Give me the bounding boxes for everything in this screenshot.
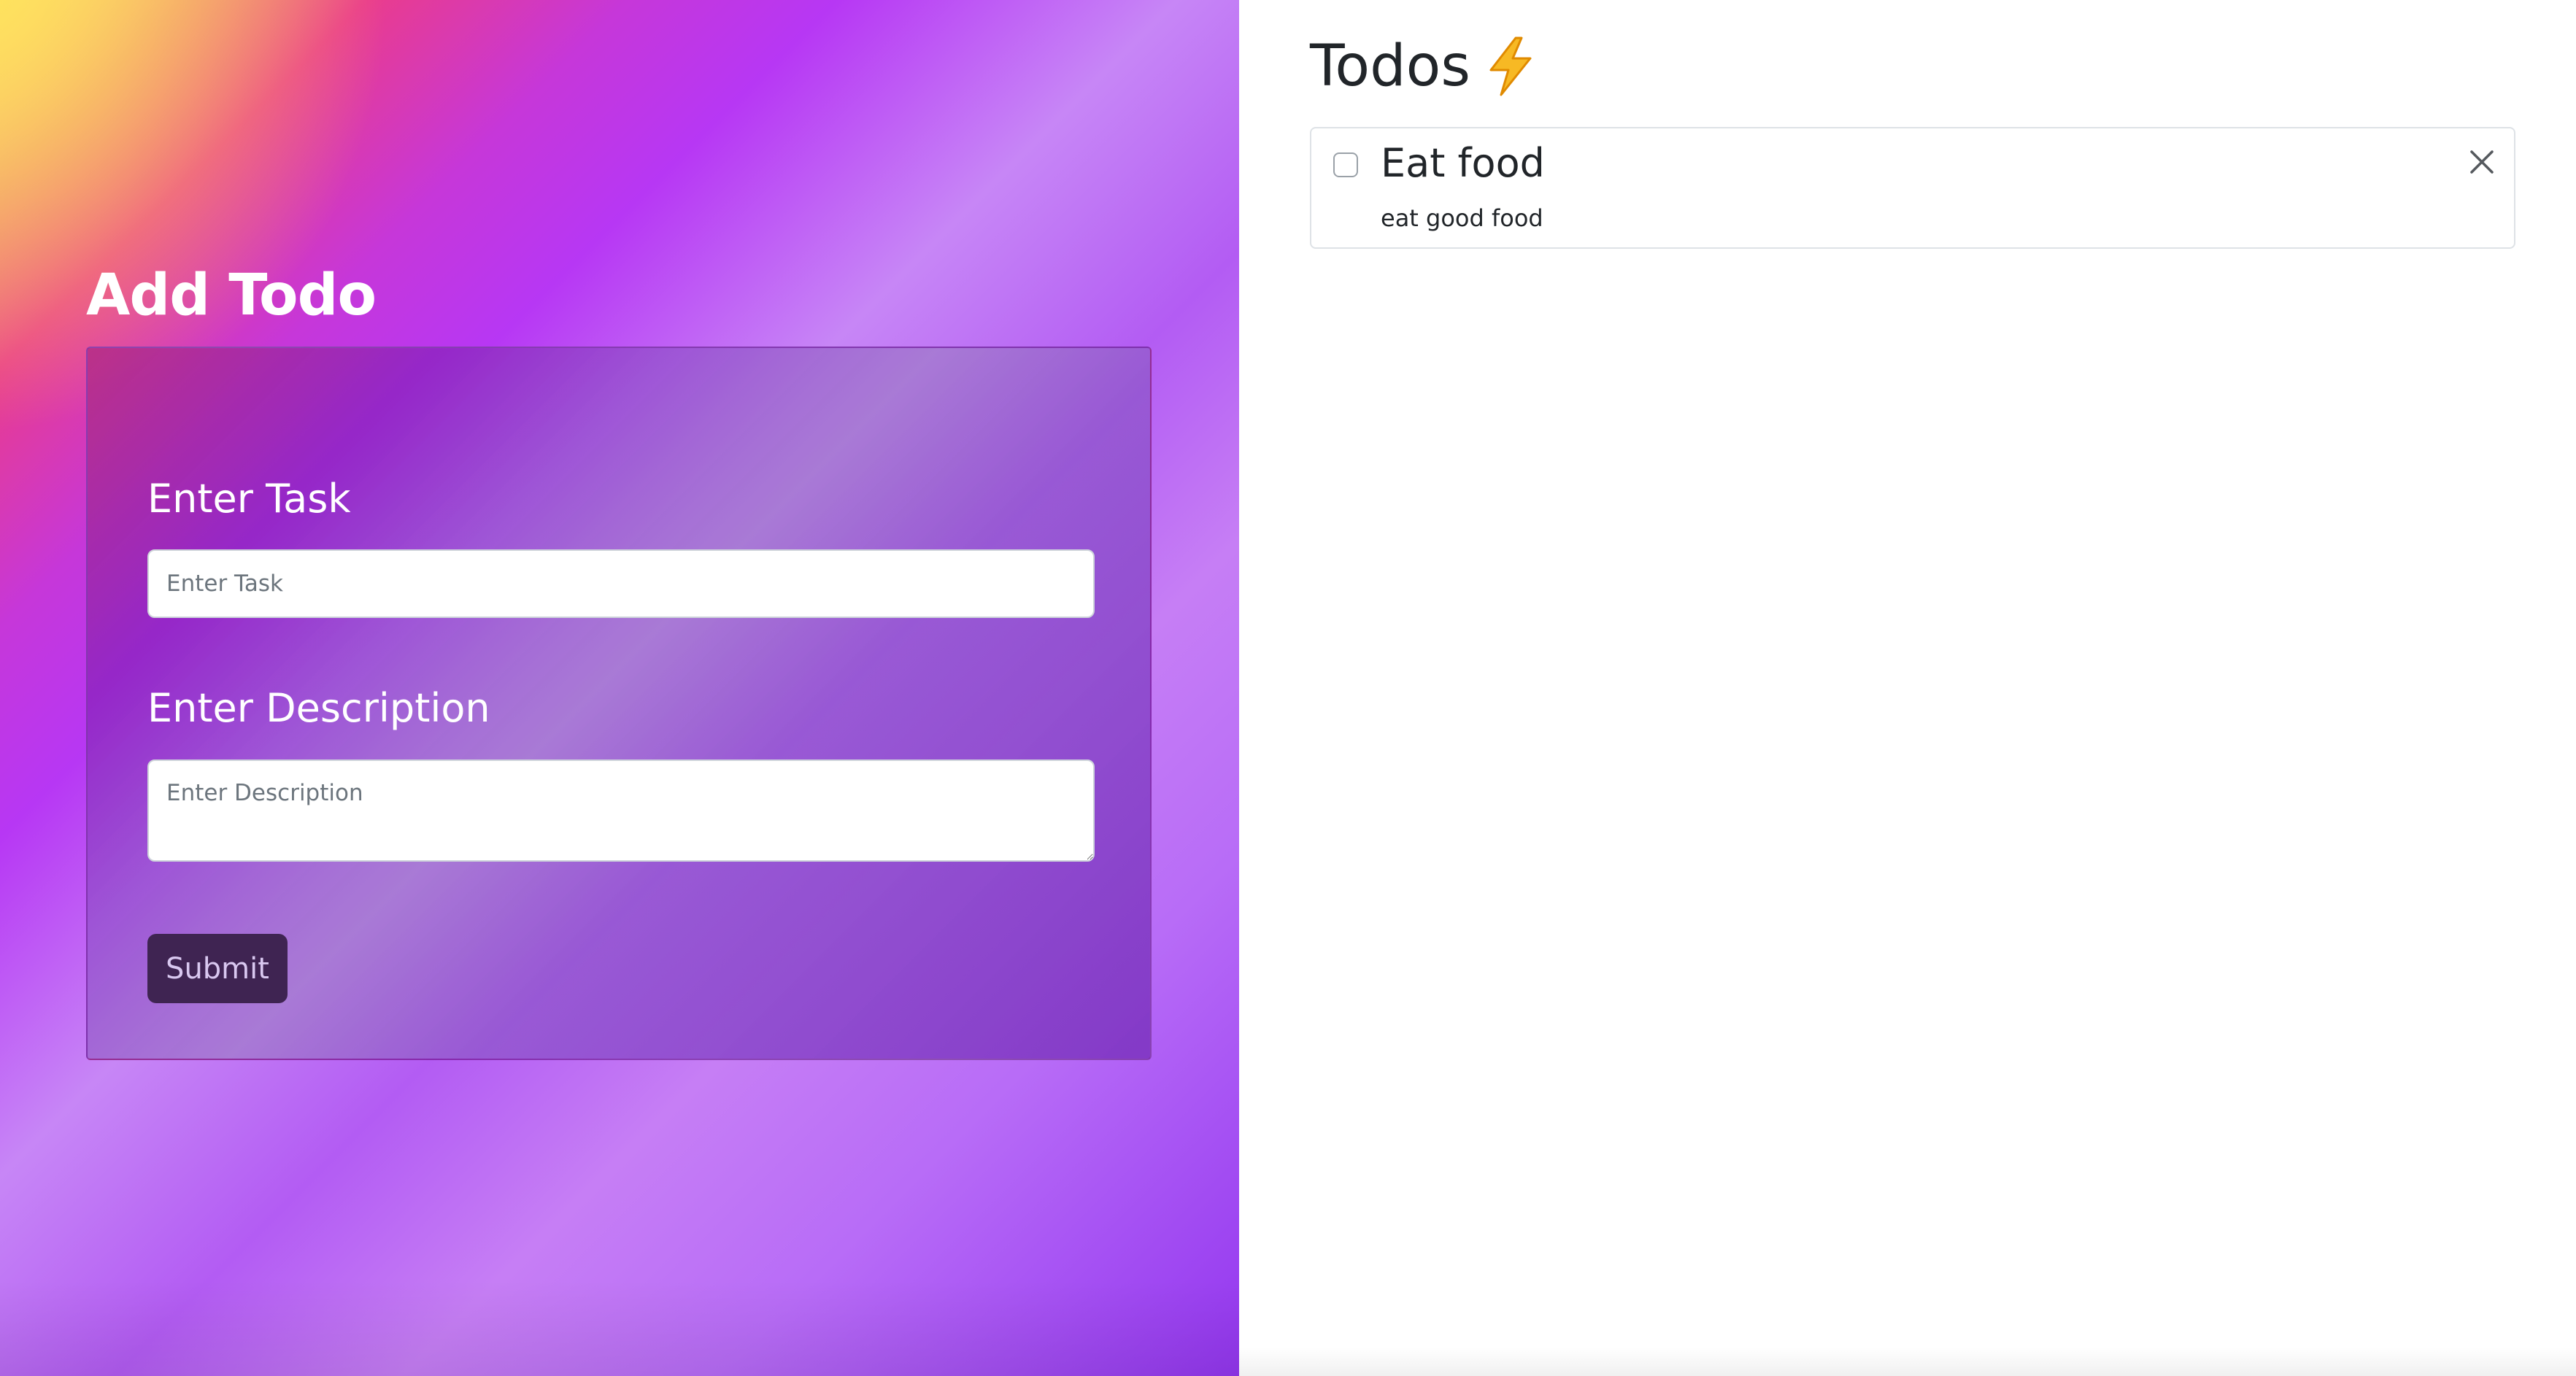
task-input[interactable] [147,549,1095,618]
todo-title: Eat food [1381,140,1545,186]
bottom-shadow [1239,1347,2576,1376]
close-icon [2470,150,2494,174]
task-label: Enter Task [147,476,351,522]
todos-heading-text: Todos [1310,34,1470,99]
submit-button[interactable]: Submit [147,934,288,1003]
todos-heading: Todos [1310,34,1535,99]
delete-todo-button[interactable] [2464,144,2499,179]
app-page: Add Todo Enter Task Enter Description Su… [0,0,2576,1376]
todo-item: Eat food eat good food [1310,127,2515,249]
todo-description: eat good food [1381,204,1543,232]
todo-complete-checkbox[interactable] [1333,152,1358,177]
description-textarea[interactable] [147,759,1095,862]
todos-panel: Todos Eat food eat good food [1239,0,2576,1376]
add-todo-heading: Add Todo [86,263,377,328]
add-todo-panel: Add Todo Enter Task Enter Description Su… [0,0,1239,1376]
description-label: Enter Description [147,685,490,731]
add-todo-form: Enter Task Enter Description Submit [86,347,1152,1060]
lightning-bolt-icon [1489,36,1532,96]
